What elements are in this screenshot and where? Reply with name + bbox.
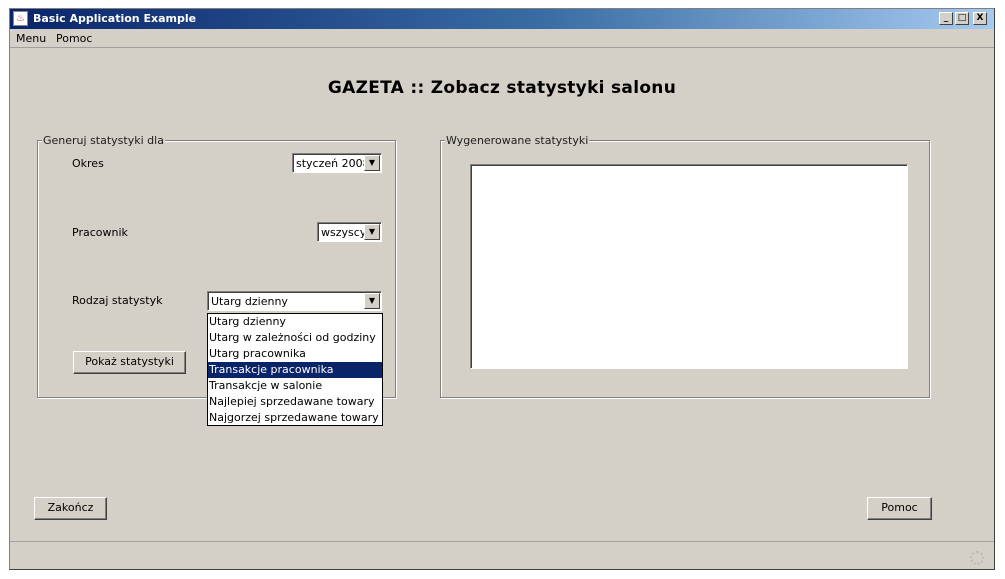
chevron-down-icon[interactable]: ▼	[364, 293, 380, 309]
stats-output-area[interactable]	[470, 164, 908, 369]
group-title-generate: Generuj statystyki dla	[42, 134, 165, 147]
stat-type-dropdown-list: Utarg dzienny Utarg w zależności od godz…	[207, 313, 383, 426]
dropdown-option-selected[interactable]: Transakcje pracownika	[208, 362, 382, 378]
employee-select[interactable]: wszyscy ▼	[317, 222, 382, 242]
show-stats-button[interactable]: Pokaż statystyki	[73, 351, 186, 374]
menu-item-menu[interactable]: Menu	[16, 32, 46, 45]
chevron-down-icon[interactable]: ▼	[364, 155, 380, 171]
chevron-down-icon[interactable]: ▼	[364, 224, 380, 240]
window-title: Basic Application Example	[33, 12, 197, 25]
dropdown-option[interactable]: Utarg pracownika	[208, 346, 382, 362]
stat-type-label: Rodzaj statystyk	[72, 294, 163, 307]
dropdown-option[interactable]: Najgorzej sprzedawane towary	[208, 410, 382, 426]
page-title: GAZETA :: Zobacz statystyki salonu	[327, 78, 677, 98]
menu-item-pomoc[interactable]: Pomoc	[56, 32, 92, 45]
dropdown-option[interactable]: Najlepiej sprzedawane towary	[208, 394, 382, 410]
exit-button[interactable]: Zakończ	[34, 497, 107, 520]
app-window: ♨ Basic Application Example _ □ X Menu P…	[9, 8, 995, 570]
title-bar[interactable]: ♨ Basic Application Example _ □ X	[10, 9, 994, 29]
stat-type-select-value: Utarg dzienny	[211, 295, 288, 308]
dropdown-option[interactable]: Transakcje w salonie	[208, 378, 382, 394]
help-button[interactable]: Pomoc	[867, 497, 932, 520]
dropdown-option[interactable]: Utarg dzienny	[208, 314, 382, 330]
stat-type-select[interactable]: Utarg dzienny ▼	[207, 291, 382, 311]
busy-indicator-icon	[970, 551, 984, 565]
period-select-value: styczeń 2008	[296, 157, 370, 170]
minimize-button[interactable]: _	[939, 12, 953, 25]
employee-select-value: wszyscy	[321, 226, 367, 239]
group-title-generated: Wygenerowane statystyki	[445, 134, 590, 147]
dropdown-option[interactable]: Utarg w zależności od godziny	[208, 330, 382, 346]
employee-label: Pracownik	[72, 226, 128, 239]
status-bar	[10, 541, 994, 569]
maximize-button[interactable]: □	[955, 12, 969, 25]
close-button[interactable]: X	[973, 12, 987, 25]
java-cup-icon[interactable]: ♨	[13, 11, 28, 26]
period-label: Okres	[72, 157, 104, 170]
period-select[interactable]: styczeń 2008 ▼	[292, 153, 382, 173]
menu-bar: Menu Pomoc	[10, 29, 994, 48]
